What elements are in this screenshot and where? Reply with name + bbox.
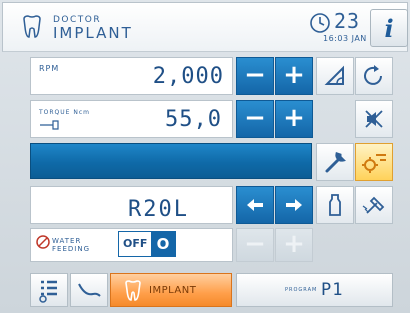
info-button[interactable]: i [370,9,408,47]
screen: DOCTOR IMPLANT 23 16:03 JAN i RPM 2,000 … [0,0,410,313]
brush-icon [362,196,385,214]
rotate-icon [364,65,382,85]
rpm-plus-button[interactable]: + [275,57,313,95]
no-water-icon [36,235,50,249]
sound-button[interactable] [355,100,393,138]
wrench-button[interactable] [316,143,354,181]
menu-button[interactable] [30,273,68,307]
angle-button[interactable] [316,57,354,95]
wrench-icon [325,152,346,173]
torque-minus-button[interactable]: − [236,100,274,138]
header: DOCTOR IMPLANT 23 16:03 JAN i [2,2,408,52]
time-date: 16:03 JAN [323,34,367,43]
implant-tooth-icon [125,280,141,301]
program-value: P1 [321,280,344,300]
rpm-value: 2,000 [152,64,224,89]
rpm-panel: RPM 2,000 [30,57,233,95]
water-plus-button[interactable]: + [275,228,313,262]
water-minus-button[interactable]: − [236,228,274,262]
program-label: PROGRAM [285,287,318,293]
torque-wrench-icon [40,120,59,130]
rpm-label: RPM [39,64,60,73]
date-day: 23 [334,9,361,33]
clock-icon [310,13,330,33]
torque-label: TORQUE Ncm [39,109,91,116]
torque-panel: TORQUE Ncm 55,0 [30,100,233,138]
torque-value: 55,0 [165,107,222,132]
tool-next-button[interactable] [275,186,313,224]
mute-icon [365,110,383,128]
tool-name: R20L [128,197,189,222]
rotation-button[interactable] [355,57,393,95]
arrow-left-icon [247,199,263,211]
settings-button[interactable] [355,143,393,181]
progress-bar [30,143,312,179]
water-toggle[interactable]: OFF O [118,231,176,257]
bottle-icon [329,194,341,216]
irrigation-button[interactable] [316,186,354,224]
clean-button[interactable] [355,186,393,224]
mode-title: IMPLANT [53,24,133,42]
rpm-minus-button[interactable]: − [236,57,274,95]
arrow-right-icon [286,199,302,211]
tool-prev-button[interactable] [236,186,274,224]
toggle-state-text: OFF [123,237,148,250]
toggle-knob: O [151,232,175,256]
curve-button[interactable] [70,273,108,307]
curve-icon [78,283,101,297]
gear-settings-icon [362,154,386,173]
implant-mode-button[interactable]: IMPLANT [110,273,232,307]
water-label-line2: FEEDING [52,245,90,253]
doctor-title: DOCTOR IMPLANT [53,16,133,41]
angle-icon [324,65,344,85]
water-label: WATER FEEDING [52,237,90,253]
torque-plus-button[interactable]: + [275,100,313,138]
water-label-line1: WATER [52,237,82,245]
program-button[interactable]: PROGRAM P1 [236,273,393,307]
implant-label: IMPLANT [149,285,197,296]
list-icon [39,280,57,303]
tooth-icon [23,15,41,38]
